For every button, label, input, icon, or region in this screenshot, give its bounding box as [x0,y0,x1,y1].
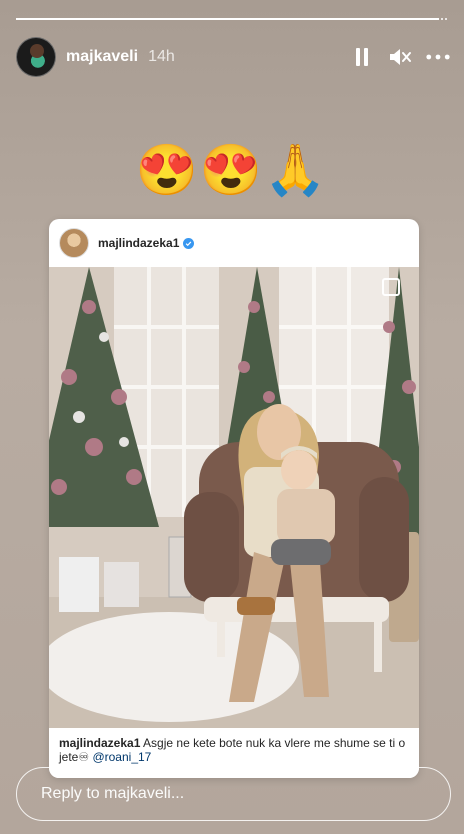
mute-button[interactable] [388,45,412,69]
story-username[interactable]: majkaveli [66,48,138,66]
story-progress-bar [16,18,448,20]
story-progress-fill [16,18,439,20]
pause-button[interactable] [350,45,374,69]
avatar[interactable] [16,37,56,77]
post-avatar[interactable] [59,228,89,258]
post-photo [49,267,419,728]
story-controls [350,45,450,69]
speaker-muted-icon [390,49,411,65]
story-header: majkaveli 14h [16,36,450,78]
post-username[interactable]: majlindazeka1 [98,236,179,250]
story-timestamp: 14h [148,48,175,65]
more-options-button[interactable] [426,45,450,69]
caption-mention[interactable]: @roani_17 [92,750,151,764]
christmas-photo-illustration [49,267,419,728]
post-header: majlindazeka1 [49,219,419,267]
story-emoji-sticker: 😍😍🙏 [135,142,329,198]
more-horizontal-icon [426,54,450,60]
verified-badge-icon [183,237,195,249]
caption-username[interactable]: majlindazeka1 [59,736,140,750]
pause-icon [356,48,368,66]
reply-input[interactable]: Reply to majkaveli... [16,767,451,821]
shared-post-card[interactable]: majlindazeka1 majlindazeka1 Asgje ne ket… [49,219,419,778]
